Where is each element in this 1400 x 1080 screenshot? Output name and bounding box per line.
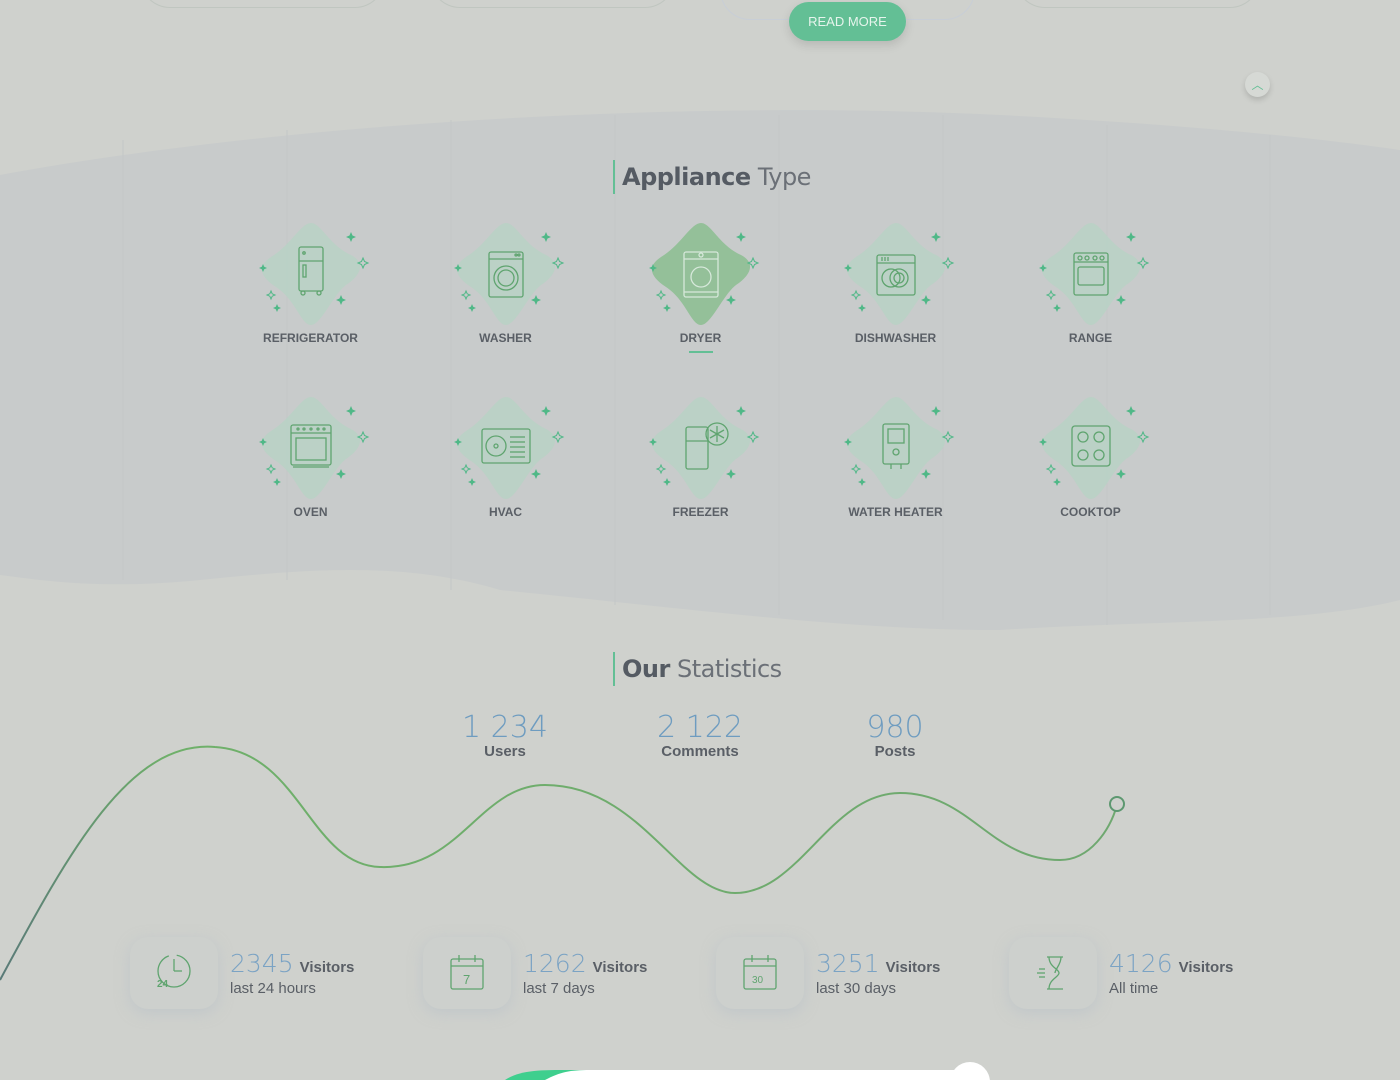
appliance-item-oven[interactable]: OVEN xyxy=(213,389,408,519)
hourglass-icon xyxy=(1037,956,1063,990)
card xyxy=(430,0,675,8)
visitor-stat: 24 2345 Visitors last 24 hours xyxy=(130,937,354,1009)
card xyxy=(140,0,385,8)
appliance-item-freezer[interactable]: FREEZER xyxy=(603,389,798,519)
wave-end-dot xyxy=(1109,796,1125,812)
clock-24-icon: 24 xyxy=(157,954,191,990)
appliance-item-dryer[interactable]: DRYER xyxy=(603,215,798,353)
visitor-stat: 4126 Visitors All time xyxy=(1009,937,1233,1009)
visitor-stat: 7 1262 Visitors last 7 days xyxy=(423,937,647,1009)
appliance-label: HVAC xyxy=(488,505,523,519)
active-underline xyxy=(688,351,713,353)
visitor-stat: 30 3251 Visitors last 30 days xyxy=(716,937,940,1009)
scroll-top-button[interactable]: ︿ xyxy=(1245,72,1270,97)
appliance-item-water-heater[interactable]: WATER HEATER xyxy=(798,389,993,519)
range-icon xyxy=(1038,223,1149,325)
visitor-icon-box: 30 xyxy=(716,937,804,1009)
appliance-type-title: Appliance Type xyxy=(613,160,811,194)
visitor-period: last 7 days xyxy=(523,980,595,997)
appliance-label: COOKTOP xyxy=(1060,505,1121,519)
appliance-item-range[interactable]: RANGE xyxy=(993,215,1188,353)
visitor-label: Visitors xyxy=(592,959,648,976)
appliance-label: REFRIGERATOR xyxy=(263,331,358,345)
visitor-label: Visitors xyxy=(299,959,355,976)
svg-text:7: 7 xyxy=(463,972,470,987)
appliance-label: WATER HEATER xyxy=(848,505,943,519)
visitor-label: Visitors xyxy=(1178,959,1234,976)
dishwasher-icon xyxy=(843,223,954,325)
appliance-item-refrigerator[interactable]: REFRIGERATOR xyxy=(213,215,408,353)
hvac-icon xyxy=(453,397,564,499)
chevron-up-icon: ︿ xyxy=(1251,78,1264,92)
appliance-label: OVEN xyxy=(293,505,328,519)
visitor-period: last 24 hours xyxy=(230,980,316,997)
visitor-period: All time xyxy=(1109,980,1159,997)
appliance-item-hvac[interactable]: HVAC xyxy=(408,389,603,519)
visitor-period: last 30 days xyxy=(816,980,897,997)
svg-text:24: 24 xyxy=(157,979,169,990)
calendar-30-icon: 30 xyxy=(743,955,777,990)
appliance-label: DISHWASHER xyxy=(854,331,937,345)
appliance-label: WASHER xyxy=(479,331,532,345)
visitor-icon-box xyxy=(1009,937,1097,1009)
statistics-title: Our Statistics xyxy=(613,652,782,686)
read-more-button[interactable]: READ MORE xyxy=(789,2,906,41)
freezer-icon xyxy=(648,397,759,499)
visitor-count: 4126 xyxy=(1109,949,1173,978)
cooktop-icon xyxy=(1038,397,1149,499)
water-heater-icon xyxy=(843,397,954,499)
washer-icon xyxy=(453,223,564,325)
visitor-count: 1262 xyxy=(523,949,587,978)
appliance-label: FREEZER xyxy=(672,505,729,519)
appliance-grid: REFRIGERATOR WASHER DRYER DISHWASHER RAN… xyxy=(213,215,1188,519)
appliance-item-washer[interactable]: WASHER xyxy=(408,215,603,353)
visitor-icon-box: 7 xyxy=(423,937,511,1009)
appliance-item-cooktop[interactable]: COOKTOP xyxy=(993,389,1188,519)
bottom-bar xyxy=(505,1062,990,1080)
visitor-count: 2345 xyxy=(230,949,294,978)
svg-text:30: 30 xyxy=(752,975,764,986)
appliance-label: DRYER xyxy=(679,331,722,345)
card xyxy=(1015,0,1260,8)
appliance-label: RANGE xyxy=(1068,331,1113,345)
visitor-label: Visitors xyxy=(885,959,941,976)
refrigerator-icon xyxy=(258,223,369,325)
appliance-item-dishwasher[interactable]: DISHWASHER xyxy=(798,215,993,353)
visitor-count: 3251 xyxy=(816,949,880,978)
dryer-icon xyxy=(648,223,759,325)
oven-icon xyxy=(258,397,369,499)
calendar-7-icon: 7 xyxy=(450,955,484,990)
visitor-icon-box: 24 xyxy=(130,937,218,1009)
